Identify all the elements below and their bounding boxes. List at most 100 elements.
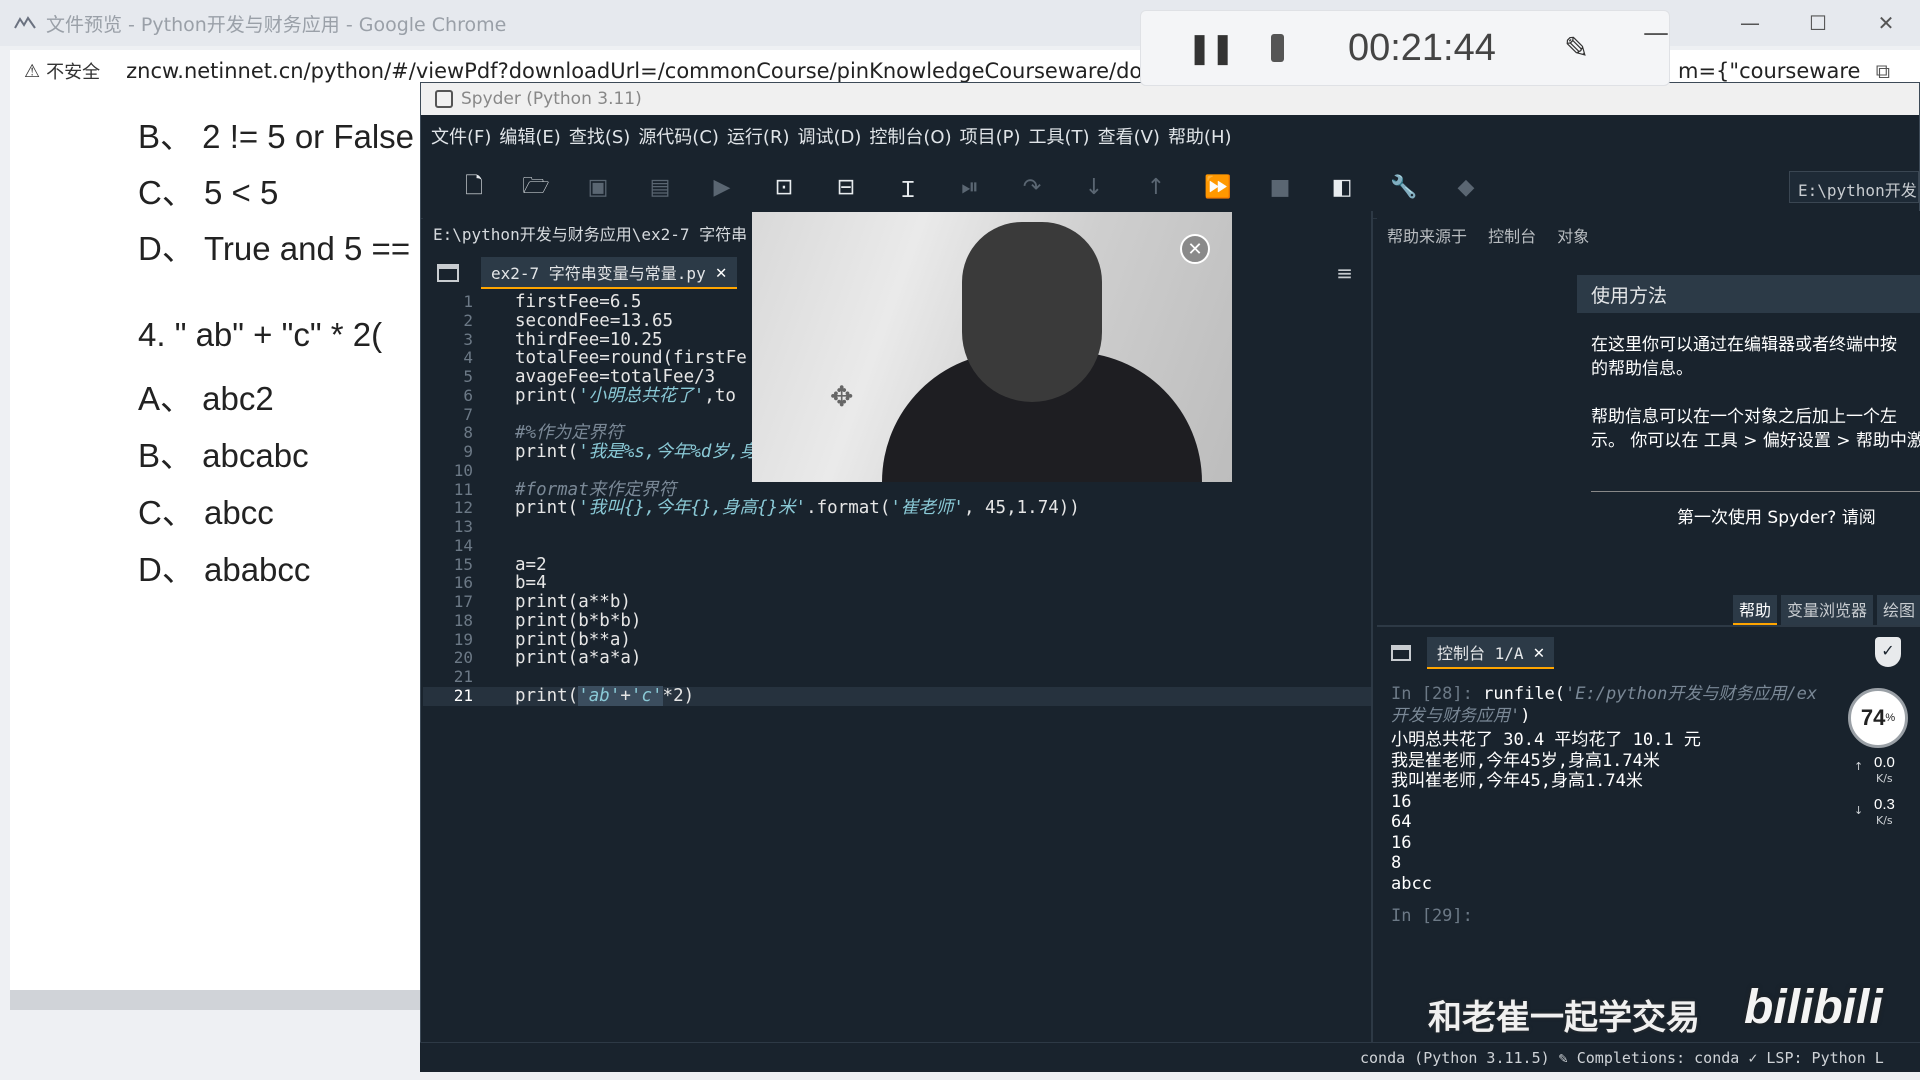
- close-console-icon[interactable]: ✕: [1534, 642, 1545, 663]
- run-icon[interactable]: ▶: [691, 171, 753, 205]
- code-text: print(b**a): [515, 629, 631, 650]
- python-path-icon[interactable]: ◆: [1435, 171, 1497, 205]
- code-line[interactable]: 15 a=2: [423, 555, 1371, 575]
- code-text: print(a*a*a): [515, 649, 641, 668]
- browse-tabs-icon[interactable]: [437, 264, 459, 282]
- pdf-option-line: D、 ababcc: [138, 551, 311, 588]
- spyder-icon: [435, 90, 453, 108]
- code-text: b=4: [515, 574, 547, 593]
- code-text: #%作为定界符: [515, 424, 624, 443]
- console-output[interactable]: In [29]:: [1391, 905, 1473, 927]
- code-line[interactable]: 18 print(b*b*b): [423, 610, 1371, 631]
- step-into-icon[interactable]: ↓: [1063, 171, 1125, 205]
- code-line[interactable]: 16 b=4: [423, 573, 1371, 593]
- menu-debug[interactable]: 调试(D): [798, 123, 862, 149]
- line-number: 1: [463, 292, 473, 311]
- share-icon[interactable]: ⧉: [1876, 59, 1890, 83]
- code-token: b=4: [515, 573, 547, 594]
- code-line[interactable]: 14: [423, 536, 1371, 556]
- tab-help[interactable]: 帮助: [1732, 595, 1777, 625]
- step-out-icon[interactable]: ↑: [1125, 171, 1187, 205]
- code-token: #format来作定界符: [515, 479, 677, 500]
- editor-tab-label: ex2-7 字符串变量与常量.py: [491, 264, 706, 283]
- code-token: print(b*b*b): [515, 610, 642, 631]
- tab-plots[interactable]: 绘图: [1876, 595, 1920, 625]
- step-icon[interactable]: ↷: [1001, 171, 1063, 205]
- tab-variable-explorer[interactable]: 变量浏览器: [1780, 595, 1873, 625]
- browse-consoles-icon[interactable]: [1391, 645, 1411, 661]
- first-use-link[interactable]: 第一次使用 Spyder? 请阅: [1677, 503, 1876, 528]
- move-icon[interactable]: ✥: [830, 380, 853, 413]
- help-source-console[interactable]: 控制台: [1488, 227, 1536, 246]
- maximize-pane-icon[interactable]: ◧: [1311, 171, 1373, 205]
- console-prompt: In [28]:: [1391, 684, 1484, 704]
- menu-help[interactable]: 帮助(H): [1168, 123, 1232, 149]
- working-directory[interactable]: E:\python开发: [1789, 171, 1919, 203]
- minimize-recorder-icon[interactable]: —: [1643, 18, 1669, 48]
- status-bar: conda (Python 3.11.5) ✎ Completions: con…: [420, 1042, 1920, 1072]
- webcam-overlay[interactable]: ✥ ✕: [752, 212, 1232, 482]
- code-line[interactable]: 13: [423, 517, 1371, 537]
- continue-icon[interactable]: ⏩: [1187, 171, 1249, 205]
- editor-options-icon[interactable]: ≡: [1336, 261, 1353, 285]
- save-icon[interactable]: ▣: [567, 171, 629, 205]
- preferences-icon[interactable]: 🔧: [1373, 171, 1435, 205]
- maximize-button[interactable]: ☐: [1784, 0, 1852, 46]
- url-text[interactable]: zncw.netinnet.cn/python/#/viewPdf?downlo…: [126, 59, 1226, 83]
- menu-projects[interactable]: 项目(P): [960, 123, 1021, 149]
- new-file-icon[interactable]: 🗋: [443, 171, 505, 205]
- pause-icon[interactable]: ❚❚: [1187, 31, 1235, 66]
- code-text: totalFee=round(firstFe: [515, 349, 747, 368]
- line-number: 12: [453, 498, 473, 518]
- menu-file[interactable]: 文件(F): [431, 123, 491, 149]
- stop-debug-icon[interactable]: ■: [1249, 171, 1311, 205]
- editor-tab[interactable]: ex2-7 字符串变量与常量.py ✕: [481, 257, 737, 289]
- code-text: firstFee=6.5: [515, 293, 641, 312]
- save-all-icon[interactable]: ▤: [629, 171, 691, 205]
- code-token: print(b**a): [515, 629, 631, 650]
- line-number: 4: [463, 348, 473, 368]
- code-line[interactable]: 21 print('ab'+'c'*2): [423, 685, 1371, 706]
- menu-search[interactable]: 查找(S): [569, 123, 630, 149]
- pen-icon[interactable]: ✎: [1564, 31, 1589, 66]
- run-selection-icon[interactable]: Ｉ: [877, 171, 939, 205]
- menu-console[interactable]: 控制台(O): [869, 123, 951, 149]
- code-text: avageFee=totalFee/3: [515, 368, 715, 387]
- open-folder-icon[interactable]: 🗁: [505, 171, 567, 205]
- code-line[interactable]: 12 print('我叫{},今年{},身高{}米'.format('崔老师', …: [423, 498, 1371, 519]
- close-tab-icon[interactable]: ✕: [716, 262, 727, 283]
- console-output-line: 我叫崔老师,今年45,身高1.74米: [1391, 771, 1643, 791]
- help-text: 在这里你可以通过在编辑器或者终端中按: [1591, 335, 1897, 355]
- window-title: 文件预览 - Python开发与财务应用 - Google Chrome: [46, 13, 507, 36]
- close-button[interactable]: ✕: [1852, 0, 1920, 46]
- run-cell-icon[interactable]: ⊡: [753, 171, 815, 205]
- bilibili-logo: bilibili: [1744, 981, 1883, 1034]
- console-tab[interactable]: 控制台 1/A ✕: [1427, 637, 1555, 669]
- console-command-arg: 开发与财务应用': [1391, 706, 1521, 726]
- stop-icon[interactable]: [1271, 34, 1284, 62]
- console-output-line: abcc: [1391, 873, 1432, 894]
- code-line[interactable]: 21: [423, 667, 1371, 687]
- upload-speed: 0.0: [1874, 754, 1895, 771]
- menu-edit[interactable]: 编辑(E): [499, 123, 560, 149]
- run-cell-advance-icon[interactable]: ⊟: [815, 171, 877, 205]
- code-line[interactable]: 17 print(a**b): [423, 592, 1371, 612]
- menu-source[interactable]: 源代码(C): [638, 123, 719, 149]
- code-line[interactable]: 19 print(b**a): [423, 629, 1371, 650]
- url-tail: m={"courseware: [1678, 59, 1861, 83]
- debug-icon[interactable]: ⏯: [939, 171, 1001, 205]
- menu-run[interactable]: 运行(R): [727, 123, 790, 149]
- upload-unit: K/s: [1876, 772, 1893, 785]
- console-command: runfile(: [1483, 684, 1566, 704]
- menu-view[interactable]: 查看(V): [1098, 123, 1160, 149]
- code-token: 'ab': [578, 685, 621, 706]
- menu-tools[interactable]: 工具(T): [1029, 123, 1090, 149]
- pdf-scrollbar[interactable]: [10, 990, 430, 1010]
- code-line[interactable]: 11 #format来作定界符: [423, 479, 1371, 500]
- security-indicator[interactable]: ⚠ 不安全: [24, 58, 100, 84]
- minimize-button[interactable]: —: [1716, 0, 1784, 46]
- close-webcam-icon[interactable]: ✕: [1180, 234, 1210, 264]
- code-token: print(: [515, 498, 579, 519]
- menubar: 文件(F) 编辑(E) 查找(S) 源代码(C) 运行(R) 调试(D) 控制台…: [421, 115, 1919, 157]
- code-line[interactable]: 20 print(a*a*a): [423, 648, 1371, 668]
